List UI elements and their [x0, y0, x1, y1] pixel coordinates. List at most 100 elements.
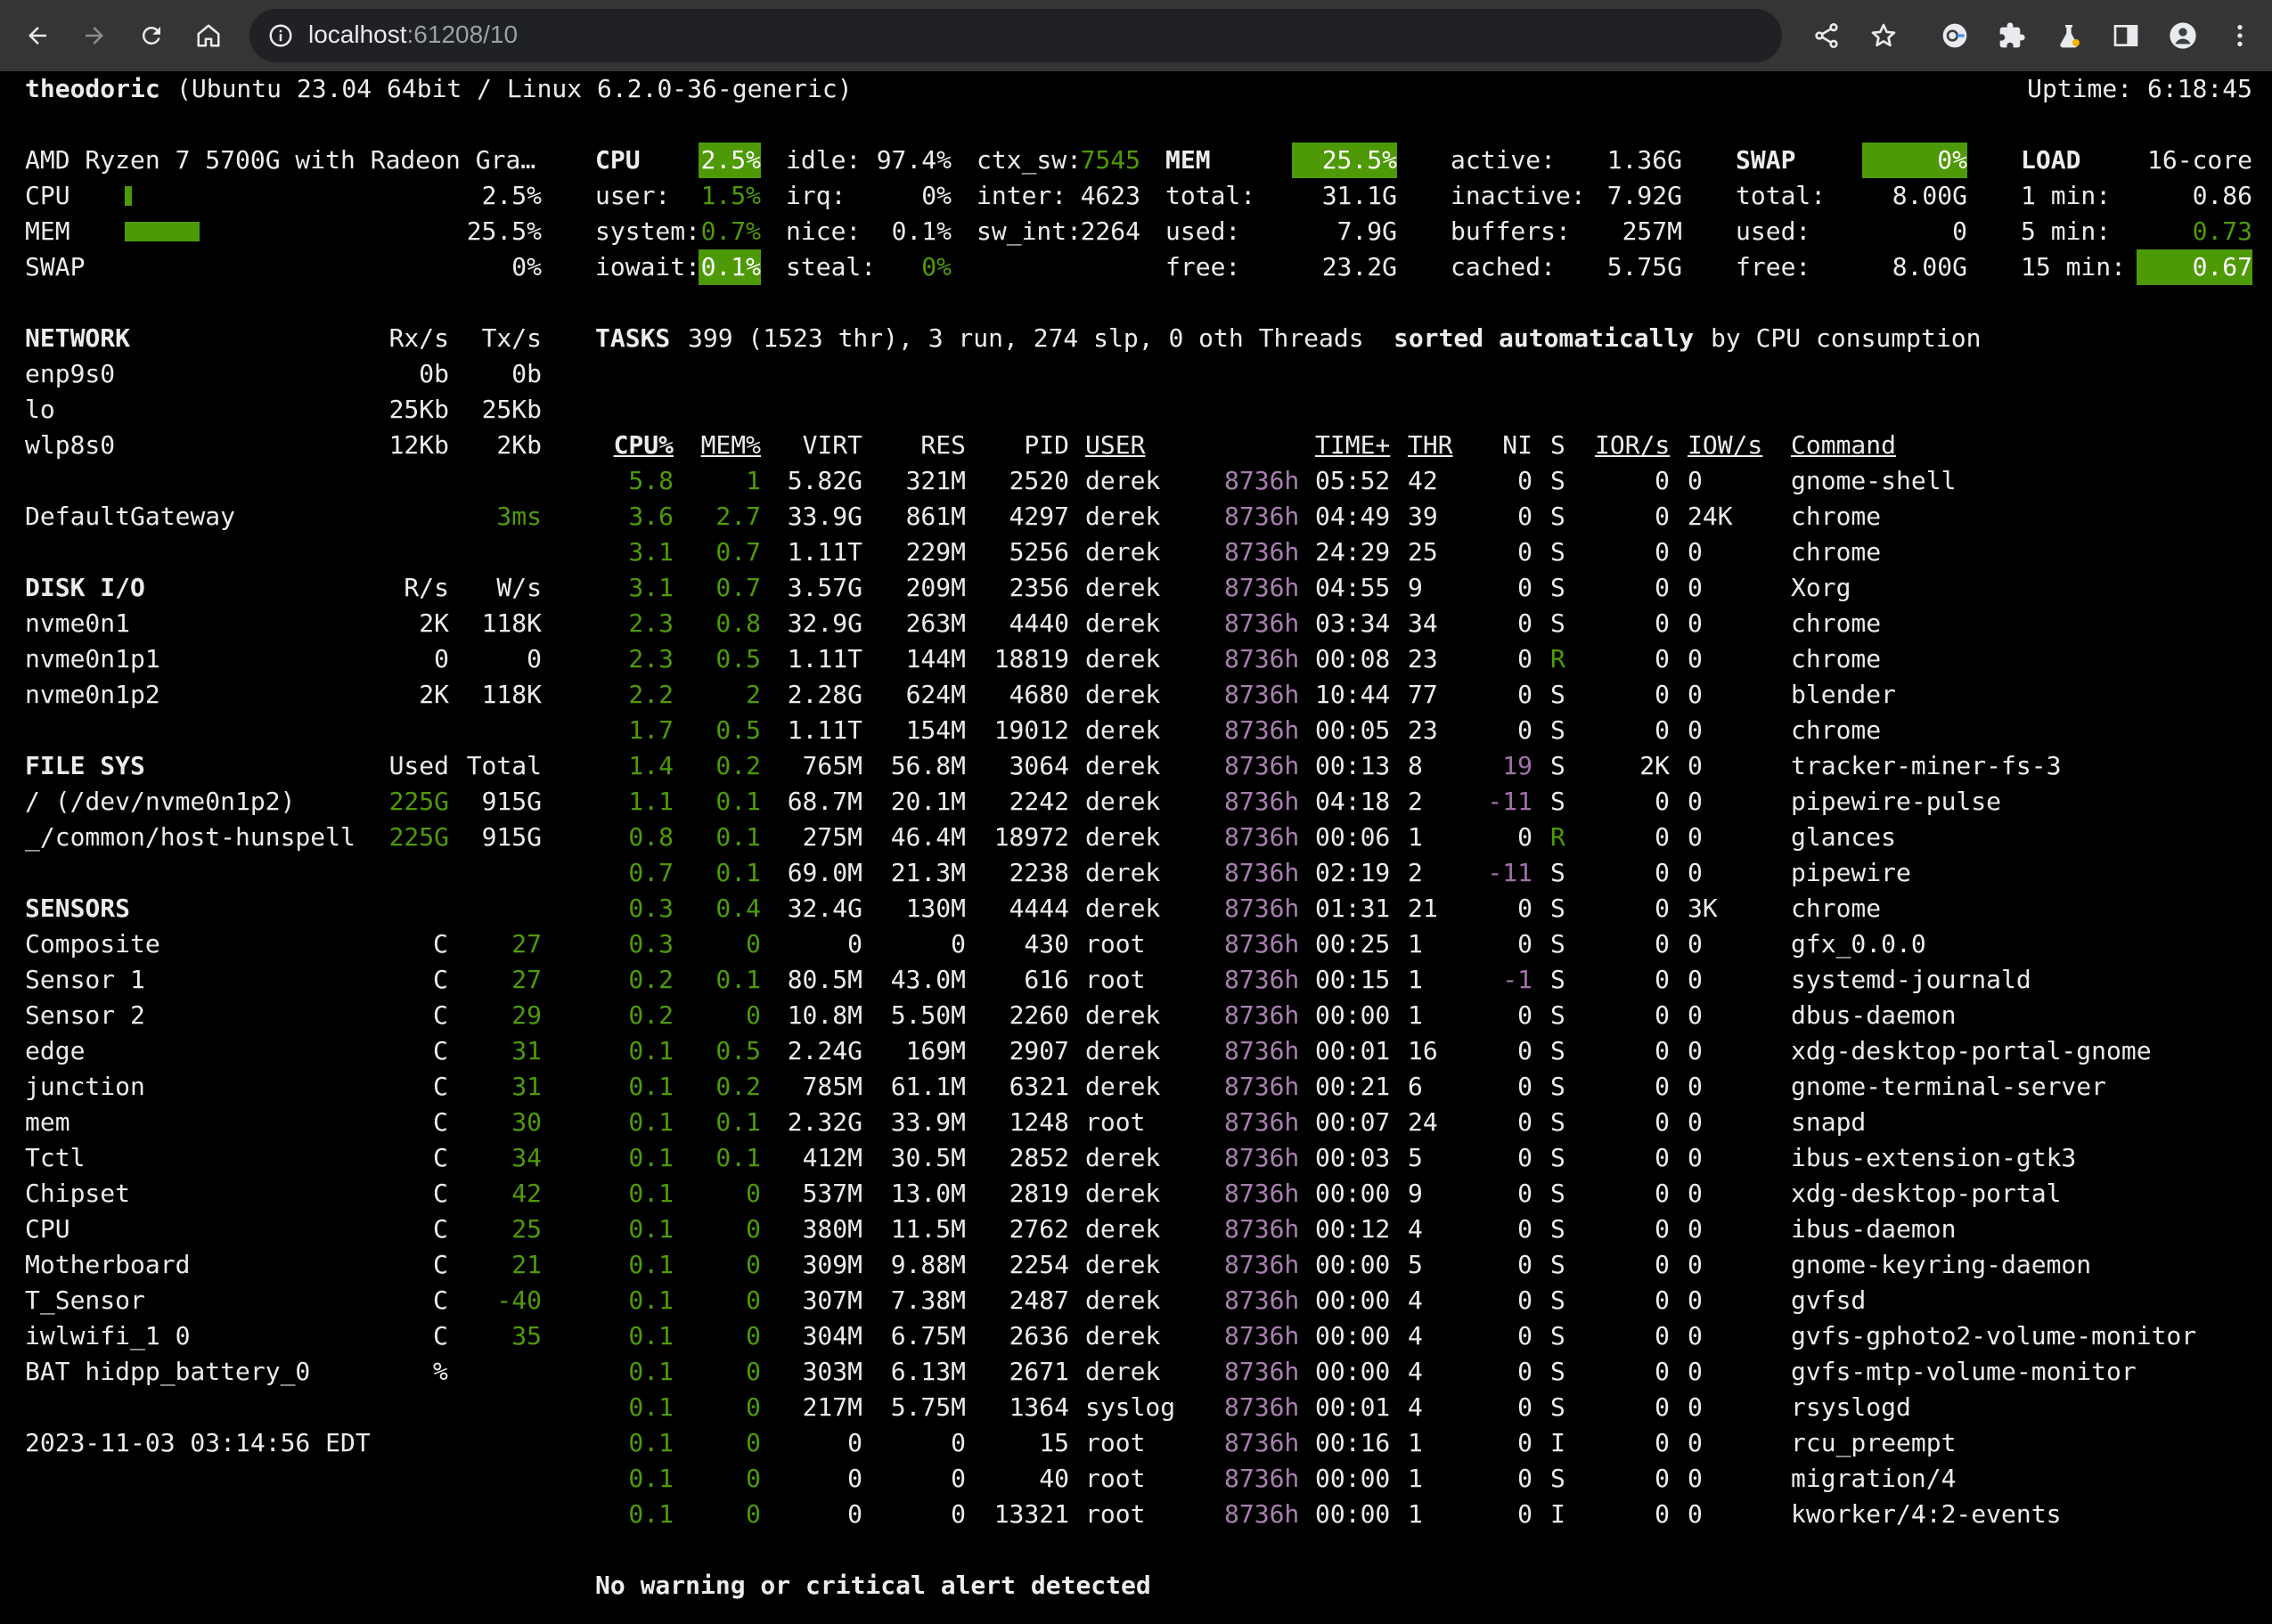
- process-mem: 0: [746, 1250, 761, 1279]
- sensor-unit: C: [433, 1107, 448, 1137]
- process-res: 0: [951, 1464, 966, 1493]
- process-time: 04:18: [1315, 787, 1391, 816]
- process-cpu: 2.3: [628, 644, 674, 673]
- cpu-swint-value: 2264: [1080, 216, 1140, 246]
- menu-button[interactable]: [2222, 18, 2258, 53]
- cpu-nice-label: nice:: [786, 216, 862, 246]
- process-pid: 2242: [1009, 787, 1069, 816]
- process-io-read: 0: [1655, 1321, 1670, 1351]
- sensor-unit: C: [433, 1250, 448, 1279]
- address-bar[interactable]: localhost:61208/10: [249, 9, 1782, 62]
- forward-button[interactable]: [75, 16, 114, 55]
- process-nice: 0: [1517, 573, 1532, 602]
- process-cpu: 0.7: [628, 858, 674, 887]
- sensor-unit: C: [433, 1179, 448, 1208]
- process-time-hours: 8736h: [1224, 680, 1300, 709]
- process-io-read: 0: [1655, 502, 1670, 531]
- swap-total-label: total:: [1736, 181, 1827, 210]
- process-time: 00:13: [1315, 751, 1391, 780]
- process-virt: 33.9G: [787, 502, 862, 531]
- mem-cached-label: cached:: [1451, 252, 1557, 282]
- process-status: S: [1550, 1107, 1565, 1137]
- process-command: kworker/4:2-events: [1791, 1499, 2062, 1529]
- process-threads: 16: [1408, 1036, 1438, 1065]
- cpu-ctxsw-value: 7545: [1080, 145, 1140, 175]
- process-command: chrome: [1791, 608, 1882, 638]
- sensor-value: 21: [511, 1250, 542, 1279]
- quicklook-value: 25.5%: [466, 216, 542, 246]
- sensor-unit: C: [433, 1214, 448, 1244]
- process-time: 04:49: [1315, 502, 1391, 531]
- process-command: gnome-terminal-server: [1791, 1072, 2107, 1101]
- swap-free-value: 8.00G: [1892, 252, 1967, 282]
- process-io-write: 0: [1688, 1499, 1703, 1529]
- mem-active-label: active:: [1451, 145, 1557, 175]
- process-user: root: [1085, 1464, 1146, 1493]
- sensors-title: SENSORS: [25, 894, 131, 923]
- network-title: NETWORK: [25, 323, 131, 353]
- process-user: derek: [1085, 1285, 1161, 1315]
- process-pid: 2671: [1009, 1357, 1069, 1386]
- process-threads: 2: [1408, 787, 1423, 816]
- profile-button[interactable]: [2165, 18, 2201, 53]
- col-user-header[interactable]: USER: [1085, 428, 1145, 463]
- process-virt: 304M: [802, 1321, 862, 1351]
- col-iow-header[interactable]: IOW/s: [1688, 428, 1762, 463]
- sensor-name: iwlwifi_1 0: [25, 1321, 191, 1351]
- process-nice: 0: [1517, 1036, 1532, 1065]
- process-mem: 0.4: [715, 894, 761, 923]
- password-manager-button[interactable]: [1937, 18, 1973, 53]
- back-button[interactable]: [18, 16, 57, 55]
- col-time-header[interactable]: TIME+: [1315, 428, 1390, 463]
- site-info-icon[interactable]: [267, 22, 294, 49]
- col-mem-header[interactable]: MEM%: [681, 428, 761, 463]
- process-command: rsyslogd: [1791, 1392, 1911, 1422]
- reload-button[interactable]: [132, 16, 171, 55]
- load-1min-label: 1 min:: [2021, 181, 2112, 210]
- glances-terminal[interactable]: theodoric (Ubuntu 23.04 64bit / Linux 6.…: [0, 71, 2272, 1624]
- process-virt: 1.11T: [787, 537, 862, 567]
- process-virt: 68.7M: [787, 787, 862, 816]
- process-nice: -11: [1487, 787, 1532, 816]
- col-cpu-header[interactable]: CPU%: [570, 428, 674, 463]
- extensions-button[interactable]: [1994, 18, 2030, 53]
- col-thr-header[interactable]: THR: [1408, 428, 1453, 463]
- process-pid: 13321: [993, 1499, 1069, 1529]
- share-button[interactable]: [1809, 18, 1844, 53]
- process-user: derek: [1085, 1321, 1161, 1351]
- col-command-header[interactable]: Command: [1791, 428, 1896, 463]
- process-cpu: 1.7: [628, 715, 674, 745]
- process-command: dbus-daemon: [1791, 1000, 1957, 1030]
- swap-used-label: used:: [1736, 216, 1811, 246]
- process-time: 00:00: [1315, 1499, 1391, 1529]
- url-text[interactable]: localhost:61208/10: [308, 20, 518, 49]
- home-button[interactable]: [189, 16, 228, 55]
- process-io-write: 0: [1688, 680, 1703, 709]
- process-io-read: 0: [1655, 1392, 1670, 1422]
- mem-inactive-value: 7.92G: [1606, 181, 1682, 210]
- labs-button[interactable]: [2051, 18, 2087, 53]
- process-nice: 0: [1517, 608, 1532, 638]
- process-nice: 0: [1517, 1000, 1532, 1030]
- mem-free-value: 23.2G: [1321, 252, 1397, 282]
- process-res: 209M: [905, 573, 966, 602]
- process-mem: 0.5: [715, 715, 761, 745]
- process-time: 00:15: [1315, 965, 1391, 994]
- process-io-write: 0: [1688, 1143, 1703, 1172]
- cpu-nice-value: 0.1%: [891, 216, 952, 246]
- process-pid: 2238: [1009, 858, 1069, 887]
- side-panel-button[interactable]: [2108, 18, 2144, 53]
- col-ior-header[interactable]: IOR/s: [1595, 428, 1670, 463]
- gateway-label: DefaultGateway: [25, 502, 236, 531]
- forward-arrow-icon: [86, 27, 103, 45]
- process-pid: 2356: [1009, 573, 1069, 602]
- process-io-write: 24K: [1688, 502, 1733, 531]
- process-nice: 0: [1517, 1250, 1532, 1279]
- process-res: 30.5M: [890, 1143, 966, 1172]
- col-pid-header: PID: [1024, 430, 1069, 460]
- url-path: :61208/10: [406, 20, 519, 48]
- process-time-hours: 8736h: [1224, 822, 1300, 852]
- back-arrow-icon: [29, 27, 46, 45]
- bookmark-button[interactable]: [1866, 18, 1901, 53]
- mem-cached-value: 5.75G: [1606, 252, 1682, 282]
